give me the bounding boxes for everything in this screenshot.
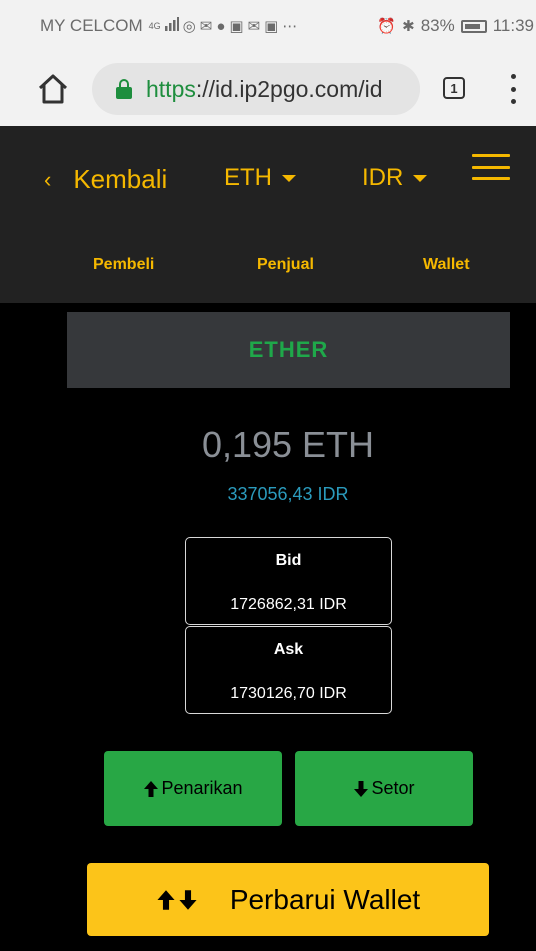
coin-banner: ETHER	[67, 312, 510, 388]
alarm-icon: ⏰	[377, 18, 397, 35]
hotspot-icon: ◎	[182, 18, 196, 35]
battery-percent: 83%	[420, 16, 455, 35]
coin-balance: 0,195 ETH	[201, 424, 375, 465]
bid-box: Bid 1726862,31 IDR	[185, 537, 392, 625]
coin-selector[interactable]: ETH	[224, 164, 296, 192]
lock-icon	[116, 79, 132, 99]
refresh-wallet-button[interactable]: Perbarui Wallet	[87, 863, 489, 936]
withdraw-label: Penarikan	[161, 778, 243, 798]
carrier-name: MY CELCOM	[40, 16, 143, 35]
message-icon: ▣	[229, 18, 244, 35]
signal-icon	[164, 17, 179, 35]
ask-value: 1730126,70 IDR	[230, 685, 347, 702]
deposit-button[interactable]: Setor	[295, 751, 473, 826]
caret-down-icon	[413, 174, 428, 182]
more-vert-icon[interactable]	[508, 74, 518, 104]
browser-toolbar: https://id.ip2pgo.com/id 1	[0, 52, 536, 126]
status-left: MY CELCOM 4G ◎ ✉ ● ▣ ✉ ▣ ⋯	[40, 16, 297, 36]
subnav-buyer[interactable]: Pembeli	[93, 256, 154, 274]
more-notifications-icon: ⋯	[282, 18, 298, 35]
app-header: ‹ Kembali ETH IDR Pembeli Penjual Wallet	[0, 126, 536, 303]
arrow-down-icon	[179, 889, 197, 910]
chevron-left-icon: ‹	[44, 166, 52, 192]
refresh-wallet-label: Perbarui Wallet	[229, 883, 421, 915]
status-right: ⏰ ✱ 83% 11:39	[377, 0, 536, 52]
battery-icon	[460, 19, 487, 33]
arrow-up-icon	[157, 889, 175, 910]
top-nav: ‹ Kembali ETH IDR	[0, 126, 536, 226]
back-label: Kembali	[73, 164, 168, 194]
coin-name: ETHER	[248, 337, 329, 362]
refresh-arrows	[156, 889, 198, 911]
network-type: 4G	[148, 20, 161, 31]
subnav-seller[interactable]: Penjual	[257, 256, 314, 274]
url-field[interactable]: https://id.ip2pgo.com/id	[92, 63, 420, 115]
coin-selector-label: ETH	[224, 164, 272, 191]
hamburger-menu-icon[interactable]	[472, 154, 510, 180]
subnav-wallet[interactable]: Wallet	[423, 256, 470, 274]
arrow-up-icon	[144, 780, 159, 797]
url-scheme: https	[146, 75, 196, 102]
withdraw-button[interactable]: Penarikan	[104, 751, 282, 826]
image-icon: ▣	[264, 18, 279, 35]
ask-label: Ask	[273, 641, 304, 658]
bid-label: Bid	[275, 552, 302, 569]
bid-value: 1726862,31 IDR	[230, 596, 347, 613]
clock: 11:39	[492, 16, 534, 35]
mail-icon-2: ✉	[247, 18, 261, 35]
deposit-label: Setor	[371, 778, 415, 798]
mail-icon: ✉	[199, 18, 213, 35]
app-icon: ●	[216, 17, 226, 35]
back-button[interactable]: ‹ Kembali	[44, 164, 167, 195]
fiat-selector[interactable]: IDR	[362, 164, 428, 192]
url-host: ://id.ip2pgo.com/id	[195, 75, 383, 102]
home-icon[interactable]	[36, 72, 70, 106]
ask-box: Ask 1730126,70 IDR	[185, 626, 392, 714]
tabs-icon[interactable]: 1	[443, 77, 465, 99]
arrow-down-icon	[354, 780, 369, 797]
system-status-bar: MY CELCOM 4G ◎ ✉ ● ▣ ✉ ▣ ⋯ ⏰ ✱ 83% 11:39	[0, 0, 536, 52]
fiat-balance: 337056,43 IDR	[227, 484, 349, 504]
caret-down-icon	[282, 174, 296, 182]
fiat-selector-label: IDR	[362, 164, 404, 191]
bluetooth-icon: ✱	[402, 18, 415, 35]
